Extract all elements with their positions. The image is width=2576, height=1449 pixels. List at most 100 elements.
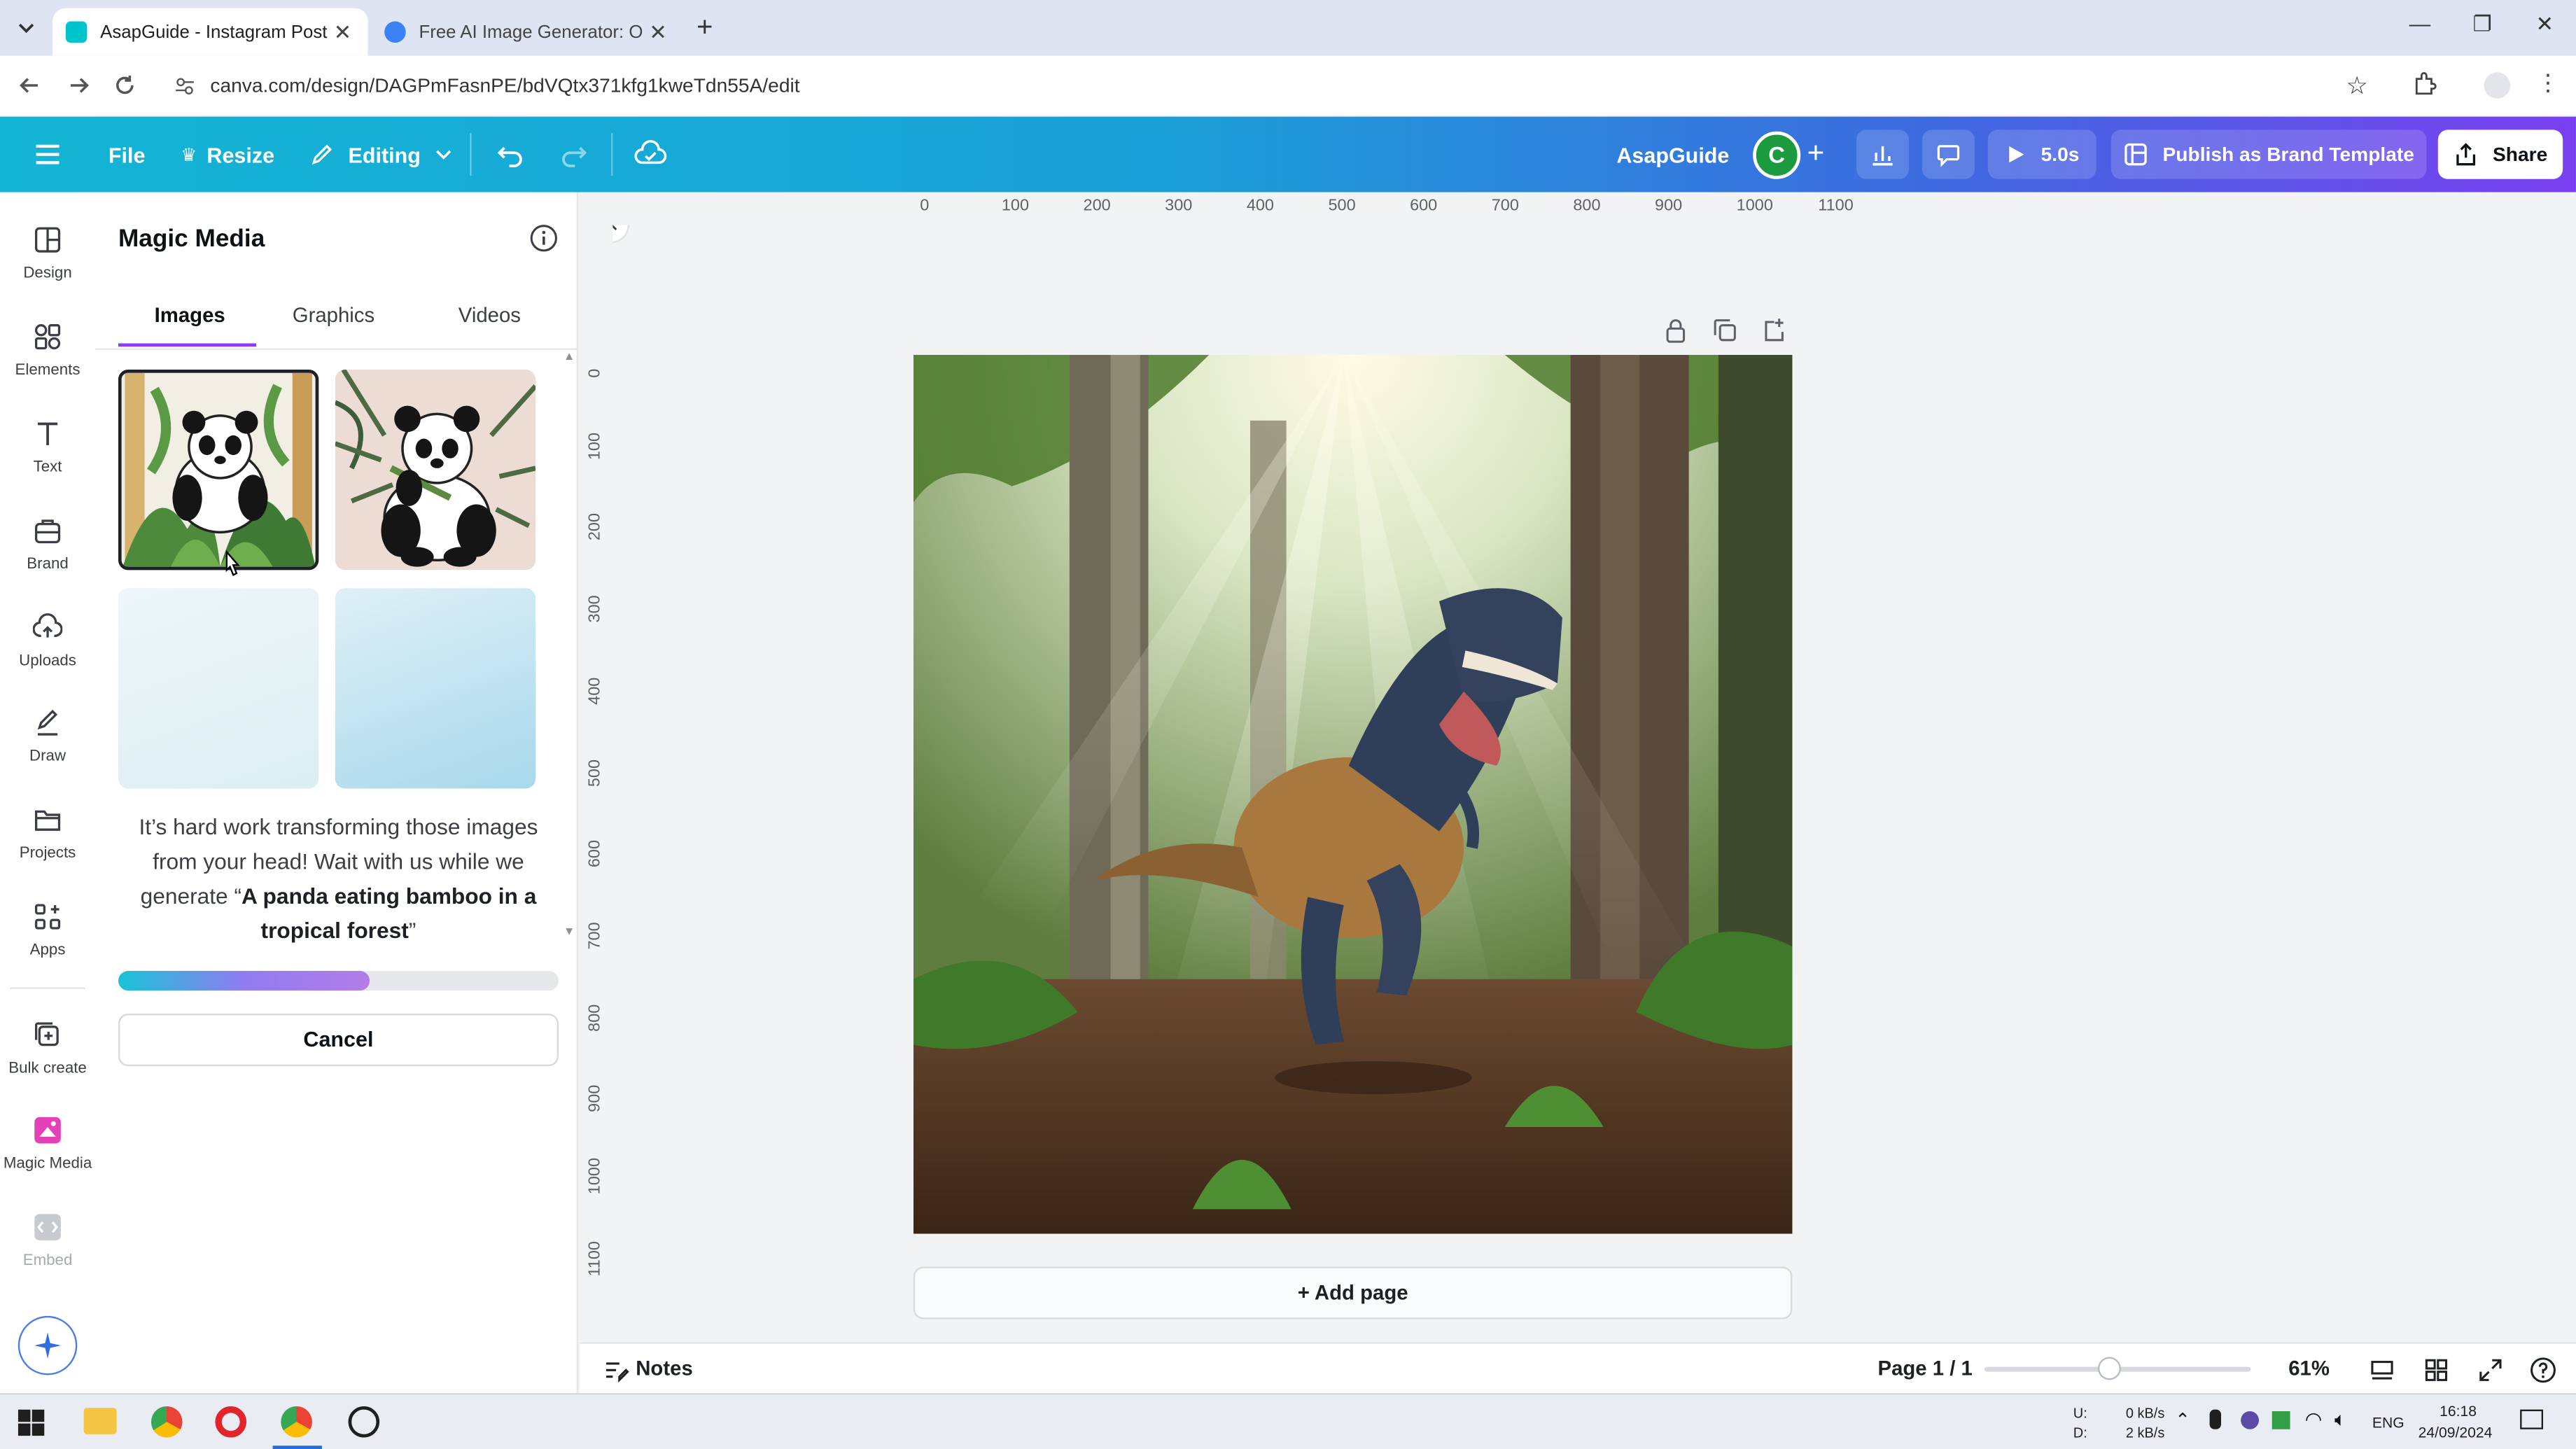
lock-icon[interactable] xyxy=(1662,317,1689,344)
rail-item-apps[interactable]: Apps xyxy=(0,902,95,987)
fullscreen-icon[interactable] xyxy=(2477,1357,2504,1384)
rail-item-bulk-create[interactable]: Bulk create xyxy=(0,1020,95,1105)
template-icon xyxy=(2125,143,2148,166)
rail-item-uploads[interactable]: Uploads xyxy=(0,612,95,698)
scroll-up-icon[interactable]: ▲ xyxy=(564,351,575,363)
editing-mode-button[interactable]: Editing xyxy=(309,117,454,192)
comments-button[interactable] xyxy=(1921,130,1975,179)
rail-label: Draw xyxy=(29,747,66,766)
notes-button[interactable]: Notes xyxy=(636,1357,693,1380)
design-canvas-image[interactable] xyxy=(913,354,1793,1234)
rail-label: Apps xyxy=(29,941,66,960)
ruler-tick-x: 600 xyxy=(1410,197,1438,216)
opera-icon[interactable] xyxy=(215,1406,247,1438)
new-tab-icon[interactable]: + xyxy=(696,11,713,44)
ruler-tick-y: 1100 xyxy=(586,1240,605,1276)
language-indicator[interactable]: ENG xyxy=(2372,1415,2404,1431)
share-button[interactable]: Share xyxy=(2437,130,2563,179)
rail-item-draw[interactable]: Draw xyxy=(0,708,95,794)
rail-item-text[interactable]: Text xyxy=(0,419,95,504)
info-icon[interactable] xyxy=(529,223,559,253)
rail-item-magic-media[interactable]: Magic Media xyxy=(0,1116,95,1201)
rail-item-projects[interactable]: Projects xyxy=(0,805,95,890)
ruler-tick-x: 1100 xyxy=(1818,197,1854,216)
embed-icon xyxy=(34,1214,61,1240)
reload-icon[interactable] xyxy=(112,72,139,99)
result-image-1[interactable] xyxy=(118,370,319,570)
undo-icon[interactable] xyxy=(496,139,526,169)
rail-item-elements[interactable]: Elements xyxy=(0,322,95,407)
url-field[interactable]: canva.com/design/DAGPmFasnPE/bdVQtx371kf… xyxy=(164,64,2390,107)
notifications-icon[interactable] xyxy=(2520,1409,2544,1429)
minimize-icon[interactable]: — xyxy=(2395,11,2444,36)
clock-time[interactable]: 16:18 xyxy=(2440,1403,2477,1419)
net-up-label: U: xyxy=(2073,1404,2087,1422)
ruler-tick-x: 800 xyxy=(1573,197,1601,216)
present-button[interactable]: 5.0s xyxy=(1987,130,2096,179)
wifi-icon[interactable]: ◠ xyxy=(2305,1408,2323,1431)
tab-images[interactable]: Images xyxy=(155,304,225,327)
file-explorer-icon[interactable] xyxy=(83,1408,117,1434)
close-icon[interactable]: ✕ xyxy=(334,20,352,46)
window-close-icon[interactable]: ✕ xyxy=(2520,11,2569,38)
notes-icon[interactable] xyxy=(603,1357,629,1384)
page-indicator[interactable]: Page 1 / 1 xyxy=(1878,1357,1973,1380)
back-icon[interactable] xyxy=(16,72,43,99)
result-image-2[interactable] xyxy=(335,370,536,570)
tab-search-icon[interactable] xyxy=(13,15,40,41)
rail-item-brand[interactable]: Brand xyxy=(0,516,95,601)
menu-icon[interactable] xyxy=(33,141,62,168)
microphone-icon[interactable] xyxy=(2209,1409,2222,1429)
profile-avatar[interactable] xyxy=(2484,72,2511,99)
panel-scrollbar[interactable]: ▲ ▼ xyxy=(562,351,575,943)
rail-item-design[interactable]: Design xyxy=(0,225,95,311)
add-page-button[interactable]: + Add page xyxy=(913,1266,1793,1320)
cancel-button[interactable]: Cancel xyxy=(118,1014,559,1067)
tab-graphics[interactable]: Graphics xyxy=(293,304,374,327)
tray-app-icon[interactable] xyxy=(2272,1410,2290,1429)
insights-button[interactable] xyxy=(1856,130,1910,179)
ruler-tick-x: 900 xyxy=(1655,197,1683,216)
rail-label: Magic Media xyxy=(3,1154,92,1173)
add-collaborator-icon[interactable]: + xyxy=(1807,136,1825,171)
add-page-icon[interactable] xyxy=(1761,317,1788,344)
clock-app-icon[interactable] xyxy=(348,1406,380,1438)
rail-divider xyxy=(10,987,86,989)
file-menu[interactable]: File xyxy=(108,117,146,192)
close-icon[interactable]: ✕ xyxy=(649,20,667,46)
user-avatar[interactable]: C xyxy=(1753,131,1801,179)
zoom-level[interactable]: 61% xyxy=(2288,1357,2330,1380)
tray-app-icon[interactable] xyxy=(2241,1410,2259,1429)
tray-chevron-icon[interactable]: ⌃ xyxy=(2175,1410,2190,1431)
volume-icon[interactable]: 🔈︎ xyxy=(2334,1408,2346,1432)
windows-start-icon[interactable] xyxy=(18,1409,45,1436)
scroll-down-icon[interactable]: ▼ xyxy=(564,927,575,938)
bookmark-star-icon[interactable]: ☆ xyxy=(2346,71,2368,100)
duplicate-page-icon[interactable] xyxy=(1712,317,1738,344)
zoom-slider[interactable] xyxy=(1984,1357,2251,1380)
publish-brand-template-button[interactable]: Publish as Brand Template xyxy=(2110,130,2427,179)
forward-icon[interactable] xyxy=(66,72,92,99)
restore-icon[interactable]: ❐ xyxy=(2458,11,2507,38)
browser-menu-icon[interactable]: ⋮ xyxy=(2537,69,2560,97)
tab-videos[interactable]: Videos xyxy=(458,304,521,327)
resize-button[interactable]: ♛ Resize xyxy=(181,117,274,192)
help-icon[interactable] xyxy=(2530,1357,2556,1384)
browser-tab-active[interactable]: AsapGuide - Instagram Post ✕ xyxy=(52,8,368,56)
clock-date[interactable]: 24/09/2024 xyxy=(2418,1424,2493,1441)
zoom-slider-handle[interactable] xyxy=(2098,1357,2122,1380)
grid-view-icon[interactable] xyxy=(2423,1357,2450,1384)
cloud-saved-icon[interactable] xyxy=(634,138,667,171)
pages-view-icon[interactable] xyxy=(2369,1357,2395,1384)
magic-assistant-button[interactable] xyxy=(18,1315,78,1376)
redo-icon[interactable] xyxy=(559,139,588,169)
rail-item-embed[interactable]: Embed xyxy=(0,1212,95,1298)
extensions-icon[interactable] xyxy=(2412,71,2438,97)
text-icon xyxy=(37,422,58,446)
browser-tab[interactable]: Free AI Image Generator: Onlin ✕ xyxy=(371,8,683,56)
chrome-icon[interactable] xyxy=(150,1406,183,1438)
site-settings-icon[interactable] xyxy=(174,76,196,97)
design-title[interactable]: AsapGuide xyxy=(1616,117,1729,192)
chrome-active-icon[interactable] xyxy=(281,1406,312,1438)
draw-icon xyxy=(37,709,58,736)
